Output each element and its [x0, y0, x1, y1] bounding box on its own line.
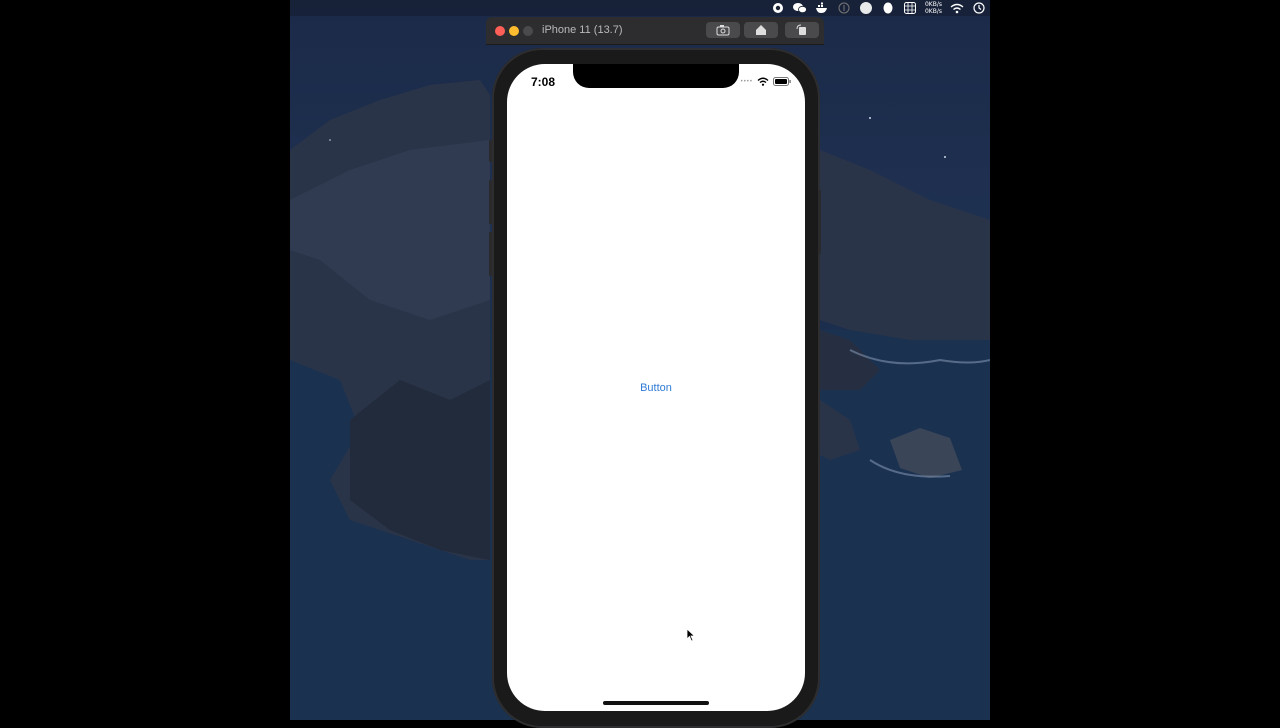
side-button [818, 190, 821, 254]
zoom-window-button[interactable] [523, 26, 533, 36]
docker-icon[interactable] [815, 1, 829, 15]
rotate-button[interactable] [785, 22, 819, 38]
camera-icon [716, 25, 730, 36]
dollar-icon[interactable] [837, 1, 851, 15]
wifi-icon[interactable] [950, 1, 964, 15]
wifi-icon [757, 77, 769, 86]
status-bar-time: 7:08 [531, 75, 556, 89]
network-up-rate: 0KB/s [924, 1, 942, 8]
time-machine-icon[interactable] [972, 1, 986, 15]
network-down-rate: 0KB/s [924, 8, 942, 15]
rotate-icon [796, 24, 806, 35]
screenshot-button[interactable] [706, 22, 740, 38]
status-bar-indicators: •••• [741, 77, 791, 86]
mouse-cursor-icon [686, 628, 696, 642]
home-button[interactable] [744, 22, 778, 38]
simulator-titlebar[interactable]: iPhone 11 (13.7) [486, 17, 824, 44]
simulator-title: iPhone 11 (13.7) [542, 24, 623, 36]
grid-icon[interactable] [903, 1, 917, 15]
battery-icon [773, 77, 791, 86]
close-window-button[interactable] [495, 26, 505, 36]
qq-penguin-icon[interactable] [881, 1, 895, 15]
notch [573, 64, 739, 88]
home-indicator[interactable] [603, 701, 709, 705]
menu-bar-tray: 0KB/s 0KB/s [771, 0, 986, 16]
app-button[interactable]: Button [616, 379, 696, 397]
iphone-screen: 7:08 •••• Button [507, 64, 805, 711]
signal-icon: •••• [740, 78, 753, 85]
menu-bar: 0KB/s 0KB/s [290, 0, 990, 16]
mute-switch [489, 140, 492, 162]
record-icon[interactable] [771, 1, 785, 15]
pinwheel-icon[interactable] [859, 1, 873, 15]
minimize-window-button[interactable] [509, 26, 519, 36]
volume-down-button [489, 232, 492, 276]
network-rate: 0KB/s 0KB/s [925, 1, 942, 15]
volume-up-button [489, 180, 492, 224]
home-icon [756, 25, 766, 35]
wechat-icon[interactable] [792, 1, 807, 15]
